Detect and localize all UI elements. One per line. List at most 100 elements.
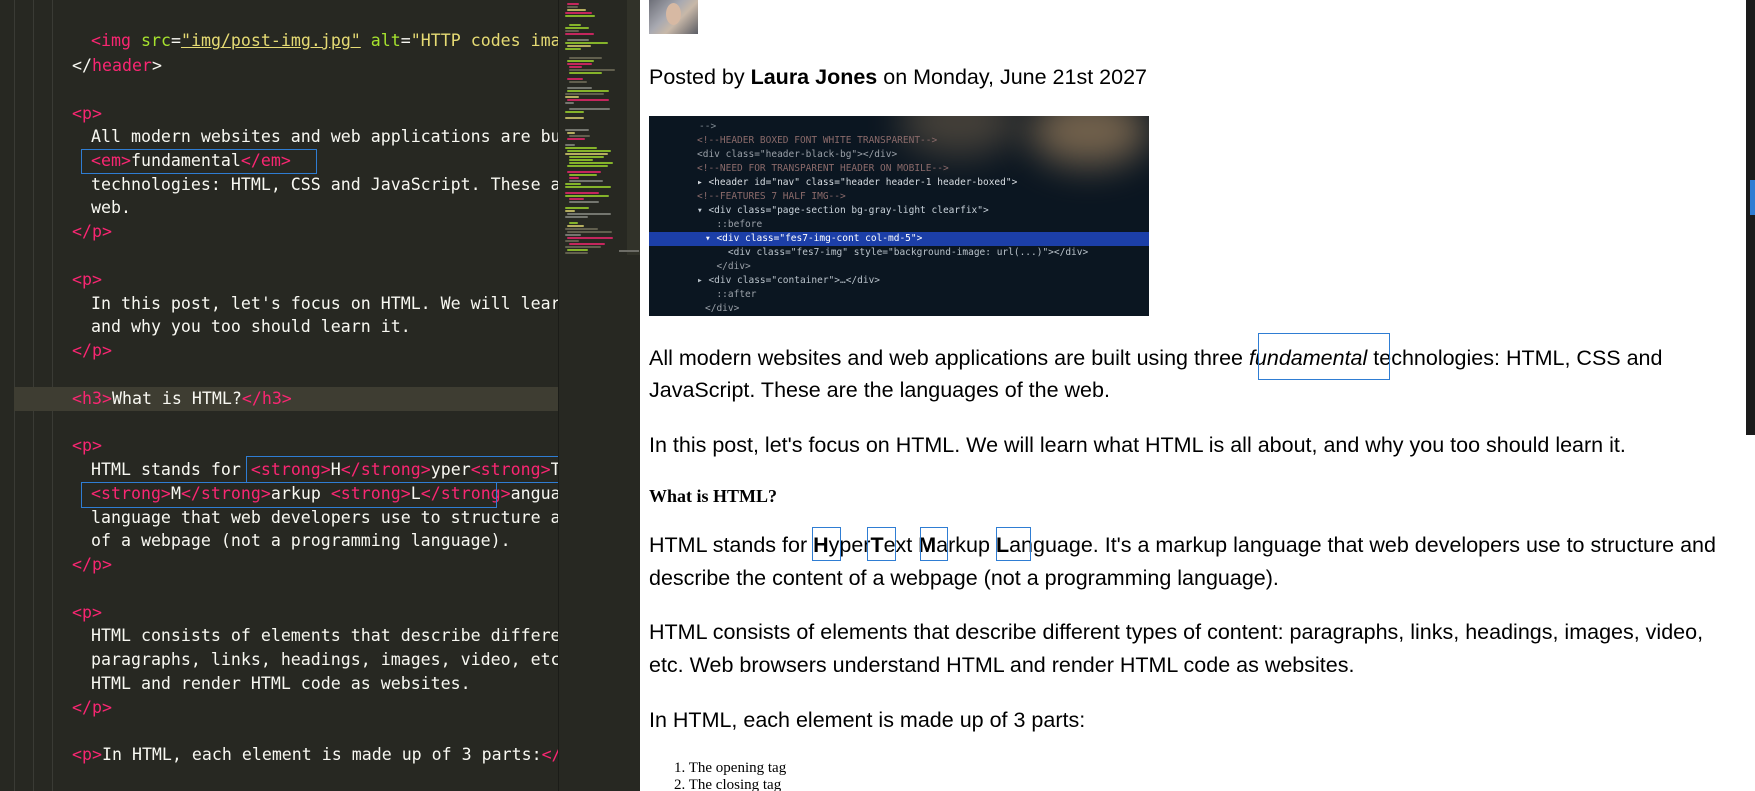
- code-line[interactable]: All modern websites and web applications…: [91, 125, 558, 149]
- code-line[interactable]: </p>: [72, 220, 112, 244]
- code-line[interactable]: language that web developers use to stru…: [91, 506, 558, 530]
- post-image: --> <!--HEADER BOXED FONT WHITE TRANSPARE…: [649, 116, 1149, 316]
- paragraph-1: All modern websites and web applications…: [649, 346, 1663, 370]
- minimap-line: [569, 156, 604, 158]
- minimap-line: [565, 246, 601, 248]
- minimap-line: [569, 108, 610, 110]
- image-code-line: <!--FEATURES 7 HALF IMG-->: [697, 191, 846, 202]
- minimap-line: [567, 63, 592, 65]
- minimap-line: [565, 42, 608, 44]
- minimap-line: [567, 237, 613, 239]
- minimap-line: [569, 159, 593, 161]
- paragraph-5: In HTML, each element is made up of 3 pa…: [649, 708, 1086, 732]
- code-line[interactable]: </header>: [72, 54, 162, 78]
- minimap-line: [565, 12, 592, 14]
- list-item: 2. The closing tag: [674, 777, 782, 791]
- minimap-line: [569, 174, 597, 176]
- code-line[interactable]: </p>: [72, 553, 112, 577]
- image-code-line: ▸ <div class="container">…</div>: [697, 275, 881, 286]
- minimap-line: [569, 24, 581, 26]
- minimap-line: [565, 117, 584, 119]
- minimap-line: [567, 138, 585, 140]
- code-line[interactable]: <img src="img/post-img.jpg" alt="HTTP co…: [91, 29, 558, 53]
- minimap-line: [569, 69, 615, 71]
- image-code-line: <div class="fes7-img" style="background-…: [705, 247, 1089, 258]
- paragraph-3: HTML stands for HyperText Markup Languag…: [649, 533, 1716, 557]
- minimap-line: [565, 228, 598, 230]
- image-code-line: ▸ <header id="nav" class="header header-…: [697, 177, 1018, 188]
- code-line[interactable]: HTML consists of elements that describe …: [91, 624, 558, 648]
- code-line[interactable]: technologies: HTML, CSS and JavaScript. …: [91, 173, 558, 197]
- scrollbar-thumb[interactable]: [1750, 180, 1755, 215]
- minimap-line: [565, 240, 579, 242]
- code-line[interactable]: <p>: [72, 268, 102, 292]
- minimap-line: [565, 15, 595, 17]
- image-code-line: ▾ <div class="page-section bg-gray-light…: [697, 205, 989, 216]
- code-line[interactable]: HTML stands for <strong>H</strong>yper<s…: [91, 458, 558, 482]
- code-line[interactable]: <h3>What is HTML?</h3>: [72, 387, 292, 411]
- minimap-line: [569, 81, 587, 83]
- code-line[interactable]: paragraphs, links, headings, images, vid…: [91, 648, 558, 672]
- minimap-line: [567, 231, 612, 233]
- image-code-line: <div class="header-black-bg"></div>: [697, 149, 898, 160]
- minimap-line: [569, 162, 613, 164]
- paragraph-4-line-2: etc. Web browsers understand HTML and re…: [649, 653, 1355, 677]
- author-avatar: [649, 0, 698, 34]
- minimap-line: [565, 252, 588, 254]
- code-line[interactable]: </p>: [72, 696, 112, 720]
- image-code-line: </div>: [705, 261, 751, 272]
- code-line[interactable]: </p>: [72, 339, 112, 363]
- minimap-line: [569, 66, 582, 68]
- minimap-line: [565, 48, 581, 50]
- code-line[interactable]: <p>: [72, 434, 102, 458]
- minimap-line: [567, 39, 589, 41]
- code-line[interactable]: <p>In HTML, each element is made up of 3…: [72, 743, 558, 767]
- minimap-line: [565, 93, 604, 95]
- minimap-line: [567, 165, 608, 167]
- minimap-line: [565, 195, 609, 197]
- code-line[interactable]: HTML and render HTML code as websites.: [91, 672, 471, 696]
- code-line[interactable]: web.: [91, 196, 131, 220]
- minimap-line: [569, 222, 578, 224]
- image-code-line: -->: [699, 121, 717, 132]
- image-code-line: ::before: [705, 219, 763, 230]
- minimap[interactable]: [558, 0, 641, 791]
- code-line[interactable]: and why you too should learn it.: [91, 315, 411, 339]
- minimap-line: [565, 96, 579, 98]
- minimap-line: [565, 153, 608, 155]
- code-line[interactable]: <p>: [72, 102, 102, 126]
- image-code-line: <!--HEADER BOXED FONT WHITE TRANSPARENT-…: [697, 135, 938, 146]
- code-line[interactable]: <em>fundamental</em>: [91, 149, 291, 173]
- image-code-line: ▾ <div class="fes7-img-cont col-md-5">: [705, 233, 923, 244]
- code-editor[interactable]: <img src="img/post-img.jpg" alt="HTTP co…: [0, 0, 558, 791]
- author-name: Laura Jones: [750, 65, 878, 89]
- minimap-line: [565, 33, 594, 35]
- minimap-line: [569, 72, 602, 74]
- image-code-line: </div>: [705, 303, 740, 314]
- minimap-line: [565, 183, 581, 185]
- scrollbar[interactable]: [1746, 0, 1755, 435]
- minimap-line: [565, 144, 575, 146]
- minimap-line: [569, 57, 602, 59]
- minimap-line: [565, 210, 575, 212]
- image-code-line: ::after: [705, 289, 757, 300]
- minimap-line: [567, 150, 611, 152]
- minimap-line: [569, 243, 605, 245]
- post-byline: Posted by Laura Jones on Monday, June 21…: [649, 65, 1148, 89]
- minimap-slider[interactable]: [627, 0, 641, 255]
- code-line[interactable]: <strong>M</strong>arkup <strong>L</stron…: [91, 482, 558, 506]
- code-line[interactable]: <p>: [72, 601, 102, 625]
- minimap-line: [567, 60, 594, 62]
- minimap-line: [565, 147, 597, 149]
- heading-what-is-html: What is HTML?: [649, 486, 778, 506]
- minimap-line: [565, 30, 579, 32]
- minimap-line: [567, 213, 611, 215]
- minimap-line: [567, 9, 586, 11]
- paragraph-2: In this post, let's focus on HTML. We wi…: [649, 433, 1626, 457]
- code-line[interactable]: of a webpage (not a programming language…: [91, 529, 511, 553]
- minimap-line: [567, 78, 583, 80]
- minimap-line: [565, 186, 611, 188]
- code-line[interactable]: In this post, let's focus on HTML. We wi…: [91, 292, 558, 316]
- browser-viewport[interactable]: Posted by Laura Jones on Monday, June 21…: [640, 0, 1755, 791]
- minimap-marker: [619, 250, 639, 252]
